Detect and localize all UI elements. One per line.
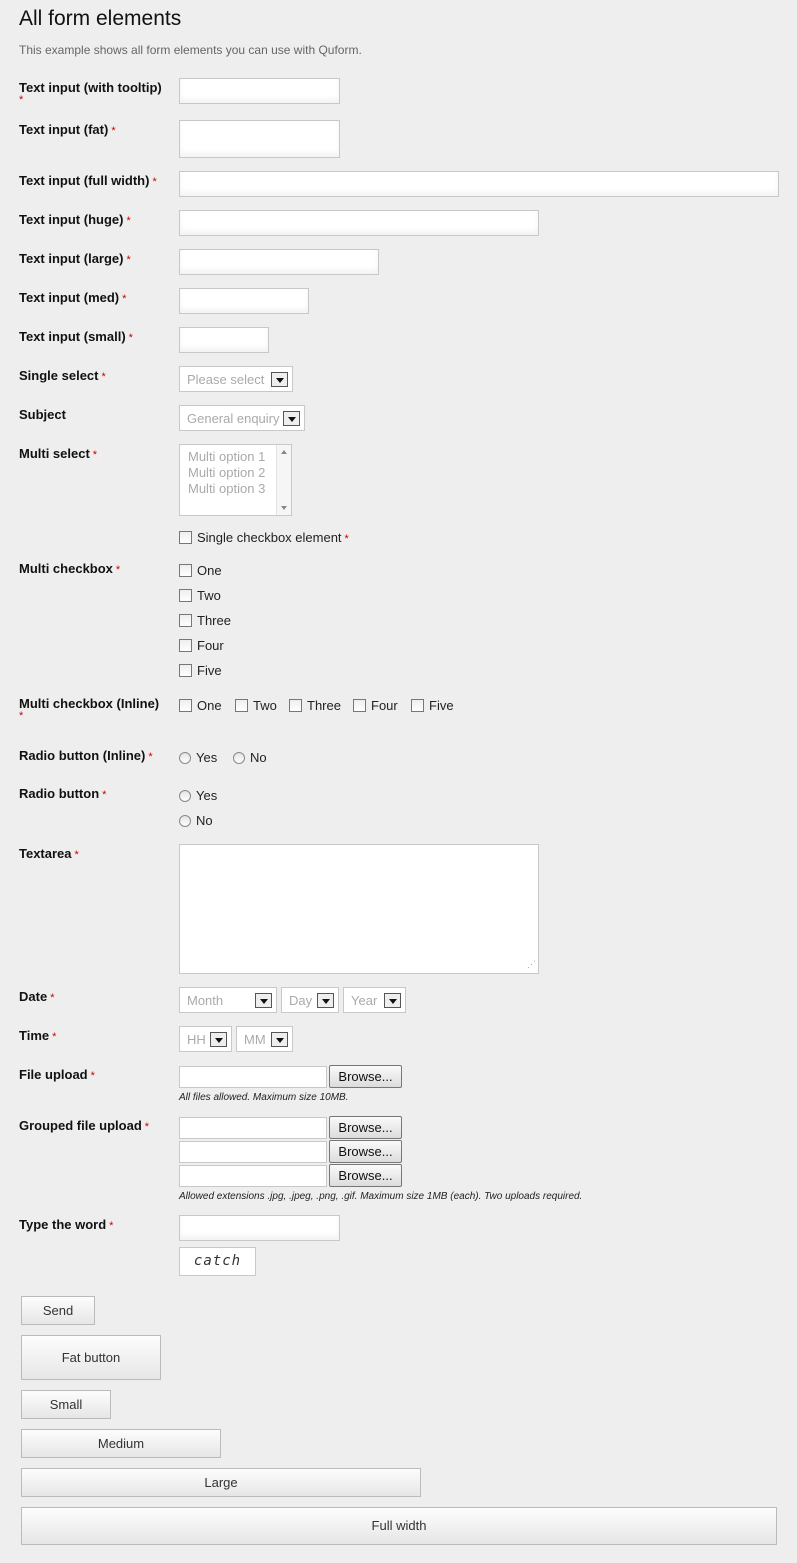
label-file-upload: File upload *: [19, 1067, 95, 1082]
multi-select-scrollbar[interactable]: [276, 445, 291, 515]
checkbox-icon[interactable]: [179, 664, 192, 677]
date-month-select[interactable]: Month: [179, 987, 277, 1013]
chevron-down-icon: [255, 993, 272, 1008]
scroll-down-icon: [281, 506, 287, 510]
radio-icon[interactable]: [179, 815, 191, 827]
checkbox-icon[interactable]: [179, 614, 192, 627]
text-input-tooltip[interactable]: [179, 78, 340, 104]
checkbox-icon[interactable]: [179, 639, 192, 652]
fat-button[interactable]: Fat button: [21, 1335, 161, 1380]
subject-select[interactable]: General enquiry: [179, 405, 305, 431]
label-text-tooltip: Text input (with tooltip) *: [19, 79, 174, 106]
label-text-huge: Text input (huge) *: [19, 212, 131, 227]
radio-yes[interactable]: Yes: [179, 789, 217, 803]
textarea[interactable]: ⋰: [179, 844, 539, 974]
large-button[interactable]: Large: [21, 1468, 421, 1497]
text-input-large[interactable]: [179, 249, 379, 275]
grouped-file-field-2[interactable]: [179, 1141, 327, 1163]
chevron-down-icon: [210, 1032, 227, 1047]
radio-no[interactable]: No: [179, 814, 213, 828]
label-textarea: Textarea *: [19, 846, 79, 861]
inline-checkbox-two[interactable]: Two: [235, 699, 277, 713]
checkbox-option-one[interactable]: One: [179, 564, 222, 578]
label-type-word: Type the word *: [19, 1217, 114, 1232]
label-single-select: Single select *: [19, 368, 106, 383]
checkbox-icon[interactable]: [289, 699, 302, 712]
inline-radio-no[interactable]: No: [233, 751, 267, 765]
captcha-image[interactable]: catch: [179, 1247, 256, 1276]
text-input-full-width[interactable]: [179, 171, 779, 197]
grouped-file-field-1[interactable]: [179, 1117, 327, 1139]
date-year-select[interactable]: Year: [343, 987, 406, 1013]
checkbox-icon[interactable]: [411, 699, 424, 712]
text-input-fat[interactable]: [179, 120, 340, 158]
chevron-down-icon: [384, 993, 401, 1008]
checkbox-icon[interactable]: [353, 699, 366, 712]
medium-button[interactable]: Medium: [21, 1429, 221, 1458]
label-text-med: Text input (med) *: [19, 290, 127, 305]
browse-button[interactable]: Browse...: [329, 1164, 402, 1187]
small-button[interactable]: Small: [21, 1390, 111, 1419]
page-description: This example shows all form elements you…: [19, 43, 362, 57]
checkbox-option-three[interactable]: Three: [179, 614, 231, 628]
label-text-small: Text input (small) *: [19, 329, 133, 344]
checkbox-icon[interactable]: [179, 564, 192, 577]
text-input-huge[interactable]: [179, 210, 539, 236]
single-checkbox[interactable]: Single checkbox element *: [179, 531, 349, 546]
text-input-med[interactable]: [179, 288, 309, 314]
scroll-up-icon: [281, 450, 287, 454]
label-text-fat: Text input (fat) *: [19, 122, 116, 137]
full-width-button[interactable]: Full width: [21, 1507, 777, 1545]
checkbox-option-two[interactable]: Two: [179, 589, 221, 603]
label-radio: Radio button *: [19, 786, 107, 801]
single-select[interactable]: Please select: [179, 366, 293, 392]
chevron-down-icon: [271, 1032, 288, 1047]
label-multi-checkbox-inline: Multi checkbox (Inline) *: [19, 696, 160, 722]
checkbox-icon[interactable]: [179, 589, 192, 602]
captcha-input[interactable]: [179, 1215, 340, 1241]
checkbox-icon[interactable]: [179, 699, 192, 712]
label-date: Date *: [19, 989, 55, 1004]
time-hh-select[interactable]: HH: [179, 1026, 232, 1052]
radio-icon[interactable]: [179, 790, 191, 802]
radio-icon[interactable]: [179, 752, 191, 764]
label-text-full-width: Text input (full width) *: [19, 173, 157, 188]
multi-select[interactable]: Multi option 1 Multi option 2 Multi opti…: [179, 444, 292, 516]
browse-button[interactable]: Browse...: [329, 1065, 402, 1088]
label-radio-inline: Radio button (Inline) *: [19, 748, 153, 763]
label-time: Time *: [19, 1028, 57, 1043]
grouped-file-hint: Allowed extensions .jpg, .jpeg, .png, .g…: [179, 1191, 583, 1202]
inline-checkbox-four[interactable]: Four: [353, 699, 398, 713]
date-day-select[interactable]: Day: [281, 987, 339, 1013]
label-multi-checkbox: Multi checkbox *: [19, 561, 121, 576]
browse-button[interactable]: Browse...: [329, 1116, 402, 1139]
chevron-down-icon: [271, 372, 288, 387]
checkbox-icon[interactable]: [235, 699, 248, 712]
grouped-file-field-3[interactable]: [179, 1165, 327, 1187]
send-button[interactable]: Send: [21, 1296, 95, 1325]
resize-grip-icon[interactable]: ⋰: [527, 959, 536, 970]
browse-button[interactable]: Browse...: [329, 1140, 402, 1163]
file-upload-hint: All files allowed. Maximum size 10MB.: [179, 1092, 349, 1103]
text-input-small[interactable]: [179, 327, 269, 353]
required-marker: *: [19, 94, 24, 106]
inline-checkbox-three[interactable]: Three: [289, 699, 341, 713]
checkbox-icon[interactable]: [179, 531, 192, 544]
inline-checkbox-five[interactable]: Five: [411, 699, 454, 713]
label-text-large: Text input (large) *: [19, 251, 131, 266]
chevron-down-icon: [317, 993, 334, 1008]
chevron-down-icon: [283, 411, 300, 426]
label-multi-select: Multi select *: [19, 446, 98, 461]
inline-checkbox-one[interactable]: One: [179, 699, 222, 713]
label-subject: Subject: [19, 407, 66, 422]
page-title: All form elements: [19, 7, 182, 30]
label-grouped-file-upload: Grouped file upload *: [19, 1118, 150, 1133]
checkbox-option-five[interactable]: Five: [179, 664, 222, 678]
inline-radio-yes[interactable]: Yes: [179, 751, 217, 765]
file-upload-field[interactable]: [179, 1066, 327, 1088]
checkbox-option-four[interactable]: Four: [179, 639, 224, 653]
time-mm-select[interactable]: MM: [236, 1026, 293, 1052]
radio-icon[interactable]: [233, 752, 245, 764]
